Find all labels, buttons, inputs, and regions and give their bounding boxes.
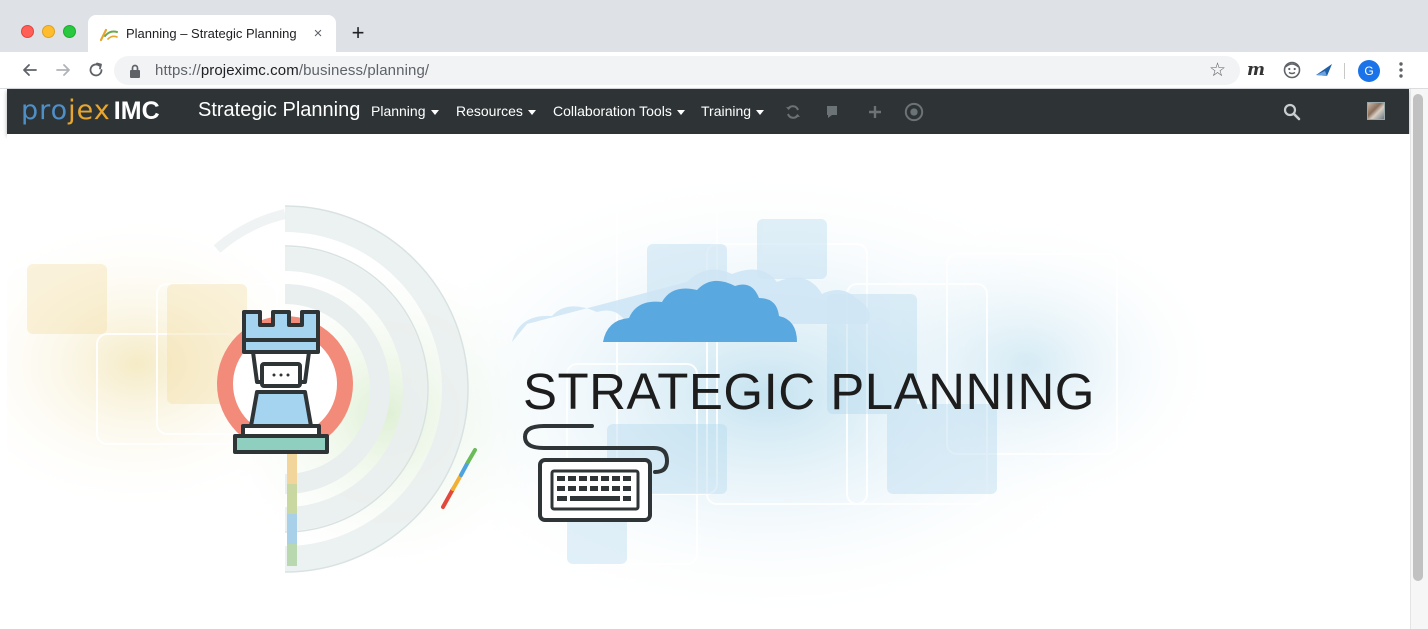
menu-resources[interactable]: Resources	[456, 103, 536, 119]
toolbar-divider	[1344, 63, 1345, 79]
logo-part-jex: jex	[68, 95, 111, 126]
menu-collaboration-tools[interactable]: Collaboration Tools	[553, 103, 685, 119]
hero-headline: STRATEGIC PLANNING	[523, 363, 1095, 420]
site-logo[interactable]: pro jex IMC	[21, 95, 160, 127]
hero-banner: STRATEGIC PLANNING	[7, 134, 1410, 629]
maximize-window-button[interactable]	[63, 25, 76, 38]
url-host: projeximc.com	[200, 62, 299, 79]
support-lifebuoy-icon[interactable]	[904, 102, 924, 122]
url-text: https://projeximc.com/business/planning/	[155, 62, 429, 79]
caret-down-icon	[676, 109, 685, 115]
logo-part-imc: IMC	[113, 97, 160, 125]
minimize-window-button[interactable]	[42, 25, 55, 38]
back-arrow-icon[interactable]	[18, 58, 42, 82]
forward-arrow-icon[interactable]	[51, 58, 75, 82]
lock-icon	[130, 64, 140, 78]
site-favicon-icon	[100, 28, 118, 41]
tab-close-icon[interactable]: ×	[306, 22, 330, 46]
user-avatar[interactable]	[1367, 102, 1385, 120]
site-navbar: pro jex IMC Strategic Planning Planning Re…	[7, 89, 1409, 134]
search-icon[interactable]	[1282, 102, 1302, 122]
address-bar[interactable]: https://projeximc.com/business/planning/…	[114, 56, 1240, 85]
window-controls	[21, 25, 76, 38]
plus-icon[interactable]	[865, 102, 885, 122]
refresh-icon[interactable]	[783, 102, 803, 122]
profile-avatar[interactable]: G	[1358, 60, 1380, 82]
extension-send-icon[interactable]	[1313, 59, 1335, 81]
new-tab-button[interactable]: +	[345, 20, 371, 46]
browser-tab-active[interactable]: Planning – Strategic Planning ×	[88, 15, 336, 52]
caret-down-icon	[527, 109, 536, 115]
url-scheme: https://	[155, 62, 201, 79]
caret-down-icon	[756, 109, 765, 115]
menu-training[interactable]: Training	[701, 103, 765, 119]
bookmark-star-icon[interactable]: ☆	[1209, 59, 1226, 82]
url-path: /business/planning/	[298, 62, 430, 79]
tab-title: Planning – Strategic Planning	[126, 26, 297, 41]
menu-planning-label: Planning	[371, 103, 426, 119]
logo-part-pro: pro	[21, 95, 69, 126]
extension-m-icon[interactable]: m	[1246, 59, 1266, 81]
menu-resources-label: Resources	[456, 103, 523, 119]
caret-down-icon	[430, 109, 439, 115]
browser-tab-strip: Planning – Strategic Planning × +	[0, 0, 1428, 52]
menu-training-label: Training	[701, 103, 752, 119]
menu-planning[interactable]: Planning	[371, 103, 439, 119]
browser-menu-icon[interactable]	[1392, 59, 1410, 81]
target-stem	[287, 454, 297, 566]
page-scrollbar-thumb[interactable]	[1413, 94, 1423, 581]
close-window-button[interactable]	[21, 25, 34, 38]
extension-face-icon[interactable]	[1281, 59, 1303, 81]
menu-collaboration-label: Collaboration Tools	[553, 103, 672, 119]
reload-icon[interactable]	[84, 58, 108, 82]
browser-toolbar: https://projeximc.com/business/planning/…	[0, 52, 1428, 89]
comment-icon[interactable]	[822, 102, 842, 122]
site-title[interactable]: Strategic Planning	[198, 99, 360, 122]
